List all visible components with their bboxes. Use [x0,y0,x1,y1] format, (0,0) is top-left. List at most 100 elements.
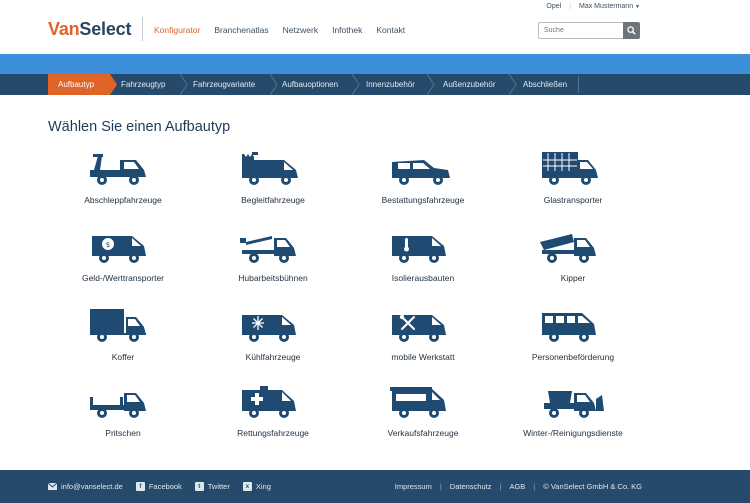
tile-begleitfahrzeuge[interactable]: Begleitfahrzeuge [198,150,348,216]
step-arrow-active-icon [110,74,117,95]
footer-agb-link[interactable]: AGB [509,482,525,491]
tile-verkaufsfahrzeuge[interactable]: Verkaufsfahrzeuge [348,383,498,449]
ambulance-icon [242,386,296,418]
footer-copyright: © VanSelect GmbH & Co. KG [543,482,642,491]
tile-label: Glastransporter [543,195,603,205]
tile-rettungsfahrzeuge[interactable]: Rettungsfahrzeuge [198,383,348,449]
tile-label: Begleitfahrzeuge [241,195,305,205]
envelope-icon [48,483,57,490]
tile-label: Rettungsfahrzeuge [237,428,309,438]
nav-branchenatlas[interactable]: Branchenatlas [214,25,268,35]
footer-facebook-link[interactable]: f Facebook [135,482,182,491]
step-innenzubehoer[interactable]: Innenzubehör [366,74,415,95]
refrigerated-van-icon [242,315,296,342]
tile-label: Bestattungsfahrzeuge [381,195,465,205]
tile-label: Geld-/Werttransporter [81,273,165,283]
tile-kipper[interactable]: Kipper [498,228,648,294]
aerial-platform-icon [240,236,296,263]
footer-facebook-text: Facebook [148,482,182,491]
user-menu[interactable]: Max Mustermann ▼ [579,3,640,10]
utility-links: Opel | Max Mustermann ▼ [546,3,640,10]
step-aufbauoptionen[interactable]: Aufbauoptionen [282,74,338,95]
step-arrow-icon [352,74,360,95]
tow-truck-icon [90,154,146,185]
search-icon [627,26,636,35]
nav-netzwerk[interactable]: Netzwerk [283,25,318,35]
escort-van-icon [242,152,298,185]
step-arrow-icon [427,74,435,95]
tile-koffer[interactable]: Koffer [48,307,198,373]
footer-legal-links: Impressum | Datenschutz | AGB | © VanSel… [395,482,642,491]
tile-mobile-werkstatt[interactable]: mobile Werkstatt [348,307,498,373]
money-transport-icon: $ [92,236,146,263]
search-button[interactable] [623,22,640,39]
glass-transporter-icon [542,152,598,185]
tile-pritschen[interactable]: Pritschen [48,383,198,449]
header: VanSelect Konfigurator Branchenatlas Net… [0,0,750,54]
tile-bestattungsfahrzeuge[interactable]: Bestattungsfahrzeuge [348,150,498,216]
tile-label: Personenbeförderung [531,352,615,362]
step-fahrzeugtyp[interactable]: Fahrzeugtyp [121,74,165,95]
step-aufbautyp[interactable]: Aufbautyp [48,74,110,95]
search-input[interactable] [538,22,623,39]
tile-isolierausbauten[interactable]: Isolierausbauten [348,228,498,294]
facebook-icon: f [135,482,145,491]
passenger-van-icon [542,313,596,342]
step-aussenzubehoer[interactable]: Außenzubehör [443,74,495,95]
footer-divider: | [499,482,502,491]
footer-email-link[interactable]: info@vanselect.de [48,482,123,491]
step-arrow-icon [270,74,278,95]
tile-geld-werttransporter[interactable]: $ Geld-/Werttransporter [48,228,198,294]
footer-xing-link[interactable]: x Xing [242,482,271,491]
mobile-workshop-icon [392,314,446,342]
logo-divider [142,17,143,41]
footer-impressum-link[interactable]: Impressum [395,482,432,491]
nav-kontakt[interactable]: Kontakt [376,25,405,35]
tile-glastransporter[interactable]: Glastransporter [498,150,648,216]
nav-konfigurator[interactable]: Konfigurator [154,25,200,35]
tile-personenbefoerderung[interactable]: Personenbeförderung [498,307,648,373]
tile-label: mobile Werkstatt [391,352,455,362]
hero-band [0,54,750,74]
logo-part-2: Select [79,19,132,39]
tile-label: Kipper [560,273,586,283]
tile-label: Kühlfahrzeuge [245,352,301,362]
tipper-icon [540,234,596,263]
logo-part-1: Van [48,19,80,39]
box-truck-icon [90,309,146,342]
step-navigation: Aufbautyp Fahrzeugtyp Fahrzeugvariante A… [0,74,750,95]
main-nav: Konfigurator Branchenatlas Netzwerk Info… [154,25,405,35]
step-arrow-icon [180,74,188,95]
footer-divider: | [533,482,536,491]
nav-infothek[interactable]: Infothek [332,25,362,35]
search-box [538,22,640,39]
step-arrow-icon [509,74,517,95]
footer: info@vanselect.de f Facebook t Twitter x… [0,470,750,503]
tile-label: Koffer [111,352,135,362]
caret-down-icon: ▼ [635,4,640,10]
tile-label: Pritschen [105,428,141,438]
step-abschliessen[interactable]: Abschließen [523,74,567,95]
svg-text:$: $ [106,241,110,249]
tile-kuehlfahrzeuge[interactable]: Kühlfahrzeuge [198,307,348,373]
winter-service-icon [544,391,604,418]
tile-label: Winter-/Reinigungsdienste [523,428,623,438]
footer-twitter-link[interactable]: t Twitter [194,482,230,491]
step-fahrzeugvariante[interactable]: Fahrzeugvariante [193,74,255,95]
tile-label: Verkaufsfahrzeuge [387,428,459,438]
brand-link[interactable]: Opel [546,3,561,10]
insulated-van-icon [392,236,446,263]
user-name: Max Mustermann [579,3,634,10]
logo[interactable]: VanSelect [48,19,131,40]
twitter-icon: t [194,482,204,491]
footer-divider: | [439,482,442,491]
footer-email-text: info@vanselect.de [61,482,123,491]
footer-datenschutz-link[interactable]: Datenschutz [450,482,492,491]
tile-abschleppfahrzeuge[interactable]: Abschleppfahrzeuge [48,150,198,216]
body-type-grid: Abschleppfahrzeuge Begleitfahrzeuge Best… [48,150,648,450]
footer-social-links: info@vanselect.de f Facebook t Twitter x… [48,482,271,491]
sales-van-icon [390,387,446,418]
tile-hubarbeitsbuehnen[interactable]: Hubarbeitsbühnen [198,228,348,294]
footer-xing-text: Xing [255,482,271,491]
tile-winter-reinigungsdienste[interactable]: Winter-/Reinigungsdienste [498,383,648,449]
